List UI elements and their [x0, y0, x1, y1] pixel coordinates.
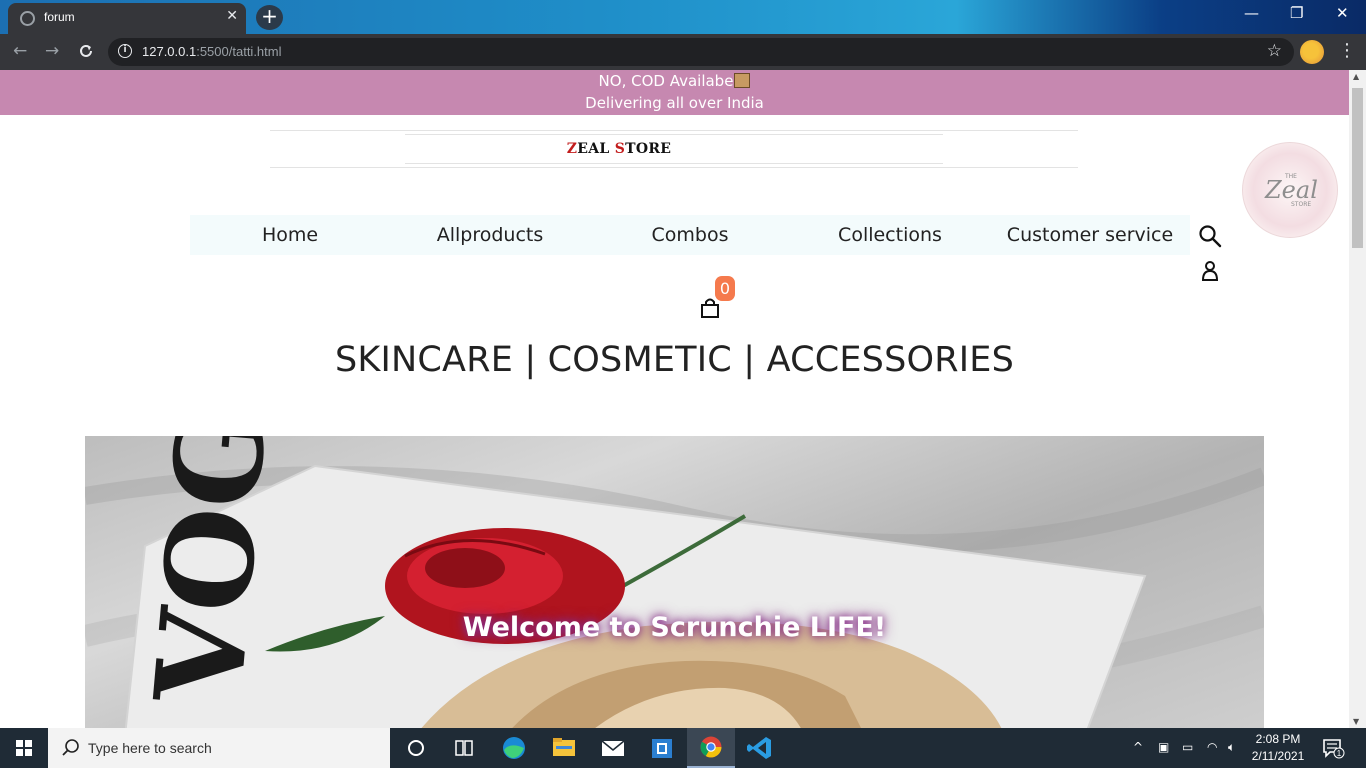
menu-kebab-icon[interactable]: ⋮ [1338, 40, 1356, 61]
close-tab-icon[interactable]: ✕ [226, 8, 238, 24]
windows-taskbar: Type here to search ^ ▣ ▭ ◠ 🔈︎ 2:08 PM 2 [0, 728, 1366, 768]
announcement-line-2: Delivering all over India [585, 94, 764, 112]
divider [270, 130, 1078, 131]
page-scrollbar[interactable]: ▲ ▼ [1349, 70, 1366, 728]
divider [405, 163, 943, 164]
back-arrow-icon[interactable]: ← [13, 41, 27, 61]
meet-now-icon[interactable]: ▣ [1158, 740, 1169, 754]
taskbar-clock[interactable]: 2:08 PM 2/11/2021 [1248, 731, 1308, 765]
brand-name: ZEAL STORE [566, 141, 672, 157]
restore-icon[interactable]: ❐ [1290, 4, 1303, 22]
browser-toolbar: ← → i 127.0.0.1:5500/tatti.html ☆ [0, 34, 1366, 70]
announcement-line-1: NO, COD Availabe [0, 70, 1349, 92]
clock-time: 2:08 PM [1255, 732, 1301, 746]
cart-count-badge: 0 [715, 276, 735, 301]
hero-image: VOGUE [85, 436, 1264, 728]
globe-icon [20, 11, 35, 26]
browser-tab[interactable]: forum ✕ [8, 3, 246, 34]
profile-avatar[interactable] [1300, 40, 1324, 64]
chrome-icon[interactable] [687, 728, 735, 768]
browser-tab-strip: forum ✕ + — ❐ ✕ [0, 0, 1366, 34]
minimize-icon[interactable]: — [1244, 4, 1259, 22]
scroll-up-icon[interactable]: ▲ [1353, 72, 1359, 81]
url-text: 127.0.0.1:5500/tatti.html [142, 44, 282, 59]
divider [270, 167, 1078, 168]
tab-title: forum [44, 10, 75, 24]
scroll-down-icon[interactable]: ▼ [1353, 717, 1359, 726]
forward-arrow-icon[interactable]: → [45, 41, 59, 61]
vscode-icon[interactable] [736, 728, 784, 768]
file-explorer-icon[interactable] [540, 728, 588, 768]
nav-customer-service[interactable]: Customer service [990, 224, 1190, 246]
scrollbar-thumb[interactable] [1352, 88, 1363, 248]
mail-icon[interactable] [589, 728, 637, 768]
site-info-icon[interactable]: i [118, 44, 132, 58]
hero-welcome-text: Welcome to Scrunchie LIFE! [462, 612, 887, 643]
user-icon[interactable] [1200, 260, 1220, 282]
address-bar[interactable]: i 127.0.0.1:5500/tatti.html ☆ [108, 38, 1294, 66]
category-tagline: SKINCARE | COSMETIC | ACCESSORIES [334, 340, 1015, 380]
bookmark-star-icon[interactable]: ☆ [1267, 41, 1282, 61]
new-tab-button[interactable]: + [256, 5, 283, 30]
task-view-icon[interactable] [440, 728, 488, 768]
clock-date: 2/11/2021 [1251, 749, 1305, 763]
nav-home[interactable]: Home [190, 224, 390, 246]
store-app-icon[interactable] [638, 728, 686, 768]
edge-browser-icon[interactable] [490, 728, 538, 768]
main-nav: Home Allproducts Combos Collections Cust… [190, 215, 1190, 255]
close-window-icon[interactable]: ✕ [1336, 4, 1349, 22]
tray-chevron-icon[interactable]: ^ [1133, 740, 1143, 754]
nav-combos[interactable]: Combos [590, 224, 790, 246]
wifi-icon[interactable]: ◠ [1207, 740, 1217, 754]
reload-icon[interactable] [78, 43, 94, 59]
battery-icon[interactable]: ▭ [1182, 740, 1193, 754]
taskbar-search-box[interactable]: Type here to search [48, 728, 390, 768]
cortana-icon[interactable] [392, 728, 440, 768]
announcement-bar: NO, COD Availabe Delivering all over Ind… [0, 70, 1349, 115]
search-placeholder: Type here to search [88, 740, 212, 756]
windows-start-icon[interactable] [0, 728, 48, 768]
shopping-bag-icon[interactable] [699, 297, 721, 319]
nav-allproducts[interactable]: Allproducts [390, 224, 590, 246]
divider [405, 134, 943, 135]
search-icon [62, 739, 79, 756]
volume-icon[interactable]: 🔈︎ [1228, 740, 1235, 755]
nav-collections[interactable]: Collections [790, 224, 990, 246]
page-viewport: NO, COD Availabe Delivering all over Ind… [0, 70, 1349, 728]
notification-count: 1 [1337, 749, 1342, 758]
package-icon [734, 73, 751, 88]
hero-banner: VOGUE Welcome to Scrunchie LIFE! [85, 436, 1264, 728]
search-icon[interactable] [1198, 224, 1222, 248]
store-logo[interactable]: THE Zeal STORE [1242, 142, 1338, 238]
notification-center-icon[interactable]: 1 [1322, 738, 1346, 760]
